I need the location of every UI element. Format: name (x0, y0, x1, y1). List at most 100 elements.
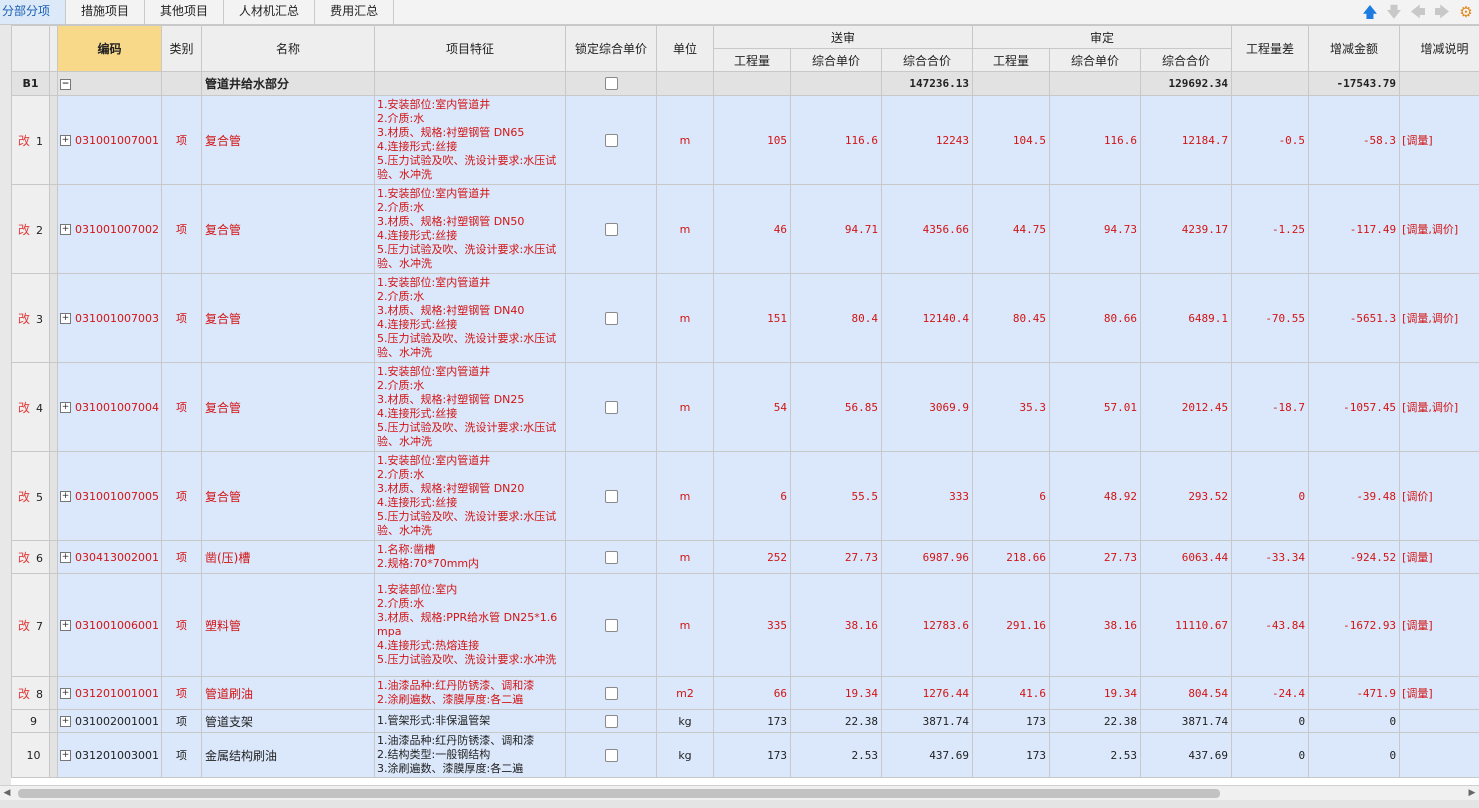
col-qty-diff-header[interactable]: 工程量差 (1231, 25, 1310, 72)
item-code[interactable]: 031201003001 (75, 749, 159, 762)
amount-change[interactable]: 0 (1308, 709, 1401, 733)
item-code[interactable]: 030413002001 (75, 551, 159, 564)
item-code[interactable]: 031201001001 (75, 687, 159, 700)
submitted-total[interactable]: 12783.6 (880, 573, 974, 677)
lock-price-checkbox[interactable] (604, 222, 618, 236)
item-code[interactable]: 031001007005 (75, 490, 159, 503)
approved-qty[interactable]: 104.5 (972, 95, 1051, 185)
item-code[interactable]: 031001007003 (75, 312, 159, 325)
item-category[interactable]: 项 (161, 709, 202, 733)
submitted-qty[interactable]: 173 (713, 709, 791, 733)
arrow-up-icon[interactable]: 🡅 (1361, 2, 1379, 22)
expand-icon[interactable]: + (60, 491, 71, 502)
change-note[interactable]: [调量] (1399, 540, 1479, 574)
qty-diff[interactable]: 0 (1231, 451, 1310, 541)
submitted-total[interactable]: 12140.4 (880, 273, 974, 363)
table-row[interactable]: 改 3 +031001007003 项复合管 1.安装部位:室内管道井 2.介质:水 3… (11, 273, 1479, 363)
expand-icon[interactable]: + (60, 552, 71, 563)
table-row[interactable]: 改 2 +031001007002 项复合管 1.安装部位:室内管道井 2.介质:水 3… (11, 184, 1479, 274)
item-features[interactable]: 1.安装部位:室内 2.介质:水 3.材质、规格:PPR给水管 DN25*1.6… (374, 573, 566, 677)
qty-diff[interactable]: -1.25 (1231, 184, 1310, 274)
table-row[interactable]: 9 +031002001001 项管道支架 1.管架形式:非保温管架 kg 173 22.3… (11, 709, 1479, 733)
lock-price-checkbox[interactable] (604, 748, 618, 762)
approved-total[interactable]: 293.52 (1140, 451, 1233, 541)
change-note[interactable]: [调量] (1399, 573, 1479, 677)
table-row[interactable]: 改 5 +031001007005 项复合管 1.安装部位:室内管道井 2.介质:水 3… (11, 451, 1479, 541)
item-features[interactable]: 1.名称:凿槽 2.规格:70*70mm内 (374, 540, 566, 574)
approved-unit-price[interactable]: 22.38 (1049, 709, 1142, 733)
col-category-header[interactable]: 类别 (161, 25, 202, 72)
qty-diff[interactable]: -24.4 (1231, 676, 1310, 710)
lock-price-checkbox[interactable] (604, 400, 618, 414)
col-sub-total-header[interactable]: 综合合价 (880, 48, 974, 72)
approved-total[interactable]: 804.54 (1140, 676, 1233, 710)
item-name[interactable]: 复合管 (201, 362, 375, 452)
expand-icon[interactable]: + (60, 750, 71, 761)
item-unit[interactable]: m (656, 451, 714, 541)
submitted-total[interactable]: 3069.9 (880, 362, 974, 452)
col-unit-header[interactable]: 单位 (656, 25, 714, 72)
approved-qty[interactable]: 80.45 (972, 273, 1051, 363)
submitted-unit-price[interactable]: 2.53 (790, 732, 882, 778)
col-change-note-header[interactable]: 增减说明 (1399, 25, 1479, 72)
item-name[interactable]: 凿(压)槽 (201, 540, 375, 574)
table-row[interactable]: 改 4 +031001007004 项复合管 1.安装部位:室内管道井 2.介质:水 3… (11, 362, 1479, 452)
change-note[interactable] (1399, 732, 1479, 778)
item-name[interactable]: 复合管 (201, 184, 375, 274)
approved-unit-price[interactable]: 27.73 (1049, 540, 1142, 574)
item-features[interactable]: 1.安装部位:室内管道井 2.介质:水 3.材质、规格:衬塑钢管 DN25 4.… (374, 362, 566, 452)
tab-fenbu-fenxiang[interactable]: 分部分项 (0, 0, 67, 24)
item-features[interactable]: 1.油漆品种:红丹防锈漆、调和漆 2.结构类型:一般钢结构 3.涂刷遍数、漆膜厚… (374, 732, 566, 778)
lock-price-checkbox[interactable] (604, 489, 618, 503)
submitted-qty[interactable]: 54 (713, 362, 791, 452)
group-lock-checkbox[interactable] (604, 77, 618, 91)
lock-price-checkbox[interactable] (604, 133, 618, 147)
table-row[interactable]: 改 1 +031001007001 项复合管 1.安装部位:室内管道井 2.介质:水 3… (11, 95, 1479, 185)
col-sub-unit-price-header[interactable]: 综合单价 (790, 48, 882, 72)
item-name[interactable]: 复合管 (201, 451, 375, 541)
item-category[interactable]: 项 (161, 184, 202, 274)
change-note[interactable]: [调量,调价] (1399, 362, 1479, 452)
col-code-header[interactable]: 编码 (57, 25, 162, 72)
item-category[interactable]: 项 (161, 273, 202, 363)
submitted-total[interactable]: 6987.96 (880, 540, 974, 574)
item-features[interactable]: 1.安装部位:室内管道井 2.介质:水 3.材质、规格:衬塑钢管 DN65 4.… (374, 95, 566, 185)
item-category[interactable]: 项 (161, 573, 202, 677)
lock-price-checkbox[interactable] (604, 550, 618, 564)
item-code[interactable]: 031001007004 (75, 401, 159, 414)
col-app-qty-header[interactable]: 工程量 (972, 48, 1051, 72)
expand-icon[interactable]: + (60, 135, 71, 146)
item-code[interactable]: 031002001001 (75, 715, 159, 728)
submitted-unit-price[interactable]: 94.71 (790, 184, 882, 274)
item-unit[interactable]: m (656, 273, 714, 363)
table-row[interactable]: 改 6 +030413002001 项凿(压)槽 1.名称:凿槽 2.规格:70*70m… (11, 540, 1479, 574)
settings-icon[interactable]: ⚙ (1457, 2, 1475, 22)
approved-qty[interactable]: 44.75 (972, 184, 1051, 274)
item-category[interactable]: 项 (161, 676, 202, 710)
change-note[interactable]: [调价] (1399, 451, 1479, 541)
item-features[interactable]: 1.安装部位:室内管道井 2.介质:水 3.材质、规格:衬塑钢管 DN40 4.… (374, 273, 566, 363)
arrow-right-icon[interactable]: 🡆 (1433, 2, 1451, 22)
col-features-header[interactable]: 项目特征 (374, 25, 566, 72)
qty-diff[interactable]: -0.5 (1231, 95, 1310, 185)
approved-unit-price[interactable]: 94.73 (1049, 184, 1142, 274)
item-features[interactable]: 1.安装部位:室内管道井 2.介质:水 3.材质、规格:衬塑钢管 DN50 4.… (374, 184, 566, 274)
approved-total[interactable]: 437.69 (1140, 732, 1233, 778)
submitted-total[interactable]: 3871.74 (880, 709, 974, 733)
expand-icon[interactable]: + (60, 313, 71, 324)
approved-total[interactable]: 6063.44 (1140, 540, 1233, 574)
item-unit[interactable]: kg (656, 709, 714, 733)
item-name[interactable]: 管道支架 (201, 709, 375, 733)
item-name[interactable]: 金属结构刷油 (201, 732, 375, 778)
approved-unit-price[interactable]: 19.34 (1049, 676, 1142, 710)
amount-change[interactable]: -924.52 (1308, 540, 1401, 574)
col-amount-change-header[interactable]: 增减金额 (1308, 25, 1401, 72)
item-category[interactable]: 项 (161, 95, 202, 185)
lock-price-checkbox[interactable] (604, 311, 618, 325)
approved-qty[interactable]: 218.66 (972, 540, 1051, 574)
submitted-qty[interactable]: 6 (713, 451, 791, 541)
submitted-unit-price[interactable]: 19.34 (790, 676, 882, 710)
expand-icon[interactable]: + (60, 716, 71, 727)
approved-qty[interactable]: 173 (972, 732, 1051, 778)
submitted-unit-price[interactable]: 56.85 (790, 362, 882, 452)
